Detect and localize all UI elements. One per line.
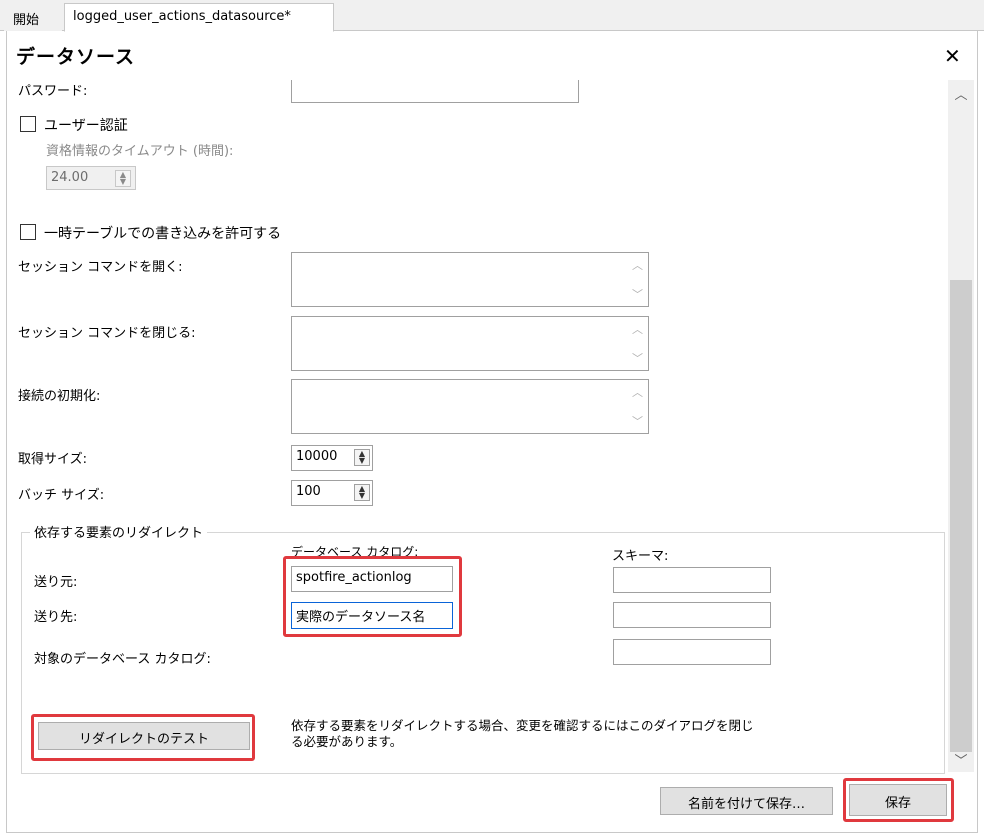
schema-header: スキーマ: <box>612 549 669 564</box>
allow-temp-tables-checkbox[interactable] <box>20 224 36 240</box>
close-session-textarea[interactable]: ︿ ﹀ <box>291 316 649 371</box>
credential-timeout-spin-icon[interactable]: ▲ ▼ <box>115 170 131 187</box>
vertical-scrollbar[interactable]: ︿ ﹀ <box>948 80 974 772</box>
scroll-down-icon[interactable]: ﹀ <box>632 350 643 366</box>
password-label: パスワード: <box>18 84 88 99</box>
close-icon[interactable]: ✕ <box>944 44 961 68</box>
credential-timeout-label: 資格情報のタイムアウト (時間): <box>46 144 234 159</box>
target-catalog-input[interactable] <box>613 639 771 665</box>
scroll-thumb[interactable] <box>950 280 972 752</box>
dialog-title: データソース <box>16 46 136 68</box>
allow-temp-tables-label: 一時テーブルでの書き込みを許可する <box>44 226 282 242</box>
connection-init-textarea[interactable]: ︿ ﹀ <box>291 379 649 434</box>
open-session-label: セッション コマンドを開く: <box>18 260 183 275</box>
scroll-up-icon[interactable]: ︿ <box>632 384 643 400</box>
tab-datasource[interactable]: logged_user_actions_datasource* <box>64 3 334 32</box>
redirect-group-label: 依存する要素のリダイレクト <box>30 522 208 541</box>
highlight-catalog-inputs <box>283 556 462 637</box>
scroll-down-icon[interactable]: ﹀ <box>632 413 643 429</box>
from-schema-input[interactable] <box>613 567 771 593</box>
to-label: 送り先: <box>34 610 78 625</box>
scroll-down-icon[interactable]: ﹀ <box>632 286 643 302</box>
credential-timeout-value: 24.00 <box>51 170 89 185</box>
fetch-size-spin-icon[interactable]: ▲ ▼ <box>354 449 370 466</box>
batch-size-label: バッチ サイズ: <box>18 488 105 503</box>
save-as-button[interactable]: 名前を付けて保存… <box>660 787 833 815</box>
fetch-size-value: 10000 <box>296 449 338 464</box>
user-auth-checkbox[interactable] <box>20 116 36 132</box>
highlight-test-button <box>31 714 255 761</box>
scroll-up-icon[interactable]: ︿ <box>632 257 643 273</box>
tab-bar: 開始 logged_user_actions_datasource* <box>0 0 984 32</box>
target-catalog-label: 対象のデータベース カタログ: <box>34 652 211 667</box>
user-auth-label: ユーザー認証 <box>44 118 128 134</box>
open-session-textarea[interactable]: ︿ ﹀ <box>291 252 649 307</box>
batch-size-value: 100 <box>296 484 321 499</box>
redirect-note: 依存する要素をリダイレクトする場合、変更を確認するにはこのダイアログを閉じる必要… <box>291 718 754 749</box>
to-schema-input[interactable] <box>613 602 771 628</box>
password-field[interactable] <box>291 80 579 103</box>
close-session-label: セッション コマンドを閉じる: <box>18 326 196 341</box>
scroll-down-icon[interactable]: ﹀ <box>948 750 974 772</box>
from-label: 送り元: <box>34 575 78 590</box>
highlight-save-button <box>843 778 954 822</box>
tab-start[interactable]: 開始 <box>4 3 62 31</box>
batch-size-spin-icon[interactable]: ▲ ▼ <box>354 484 370 501</box>
scroll-up-icon[interactable]: ︿ <box>632 321 643 337</box>
scroll-up-icon[interactable]: ︿ <box>948 84 974 106</box>
connection-init-label: 接続の初期化: <box>18 389 101 404</box>
fetch-size-label: 取得サイズ: <box>18 452 87 467</box>
